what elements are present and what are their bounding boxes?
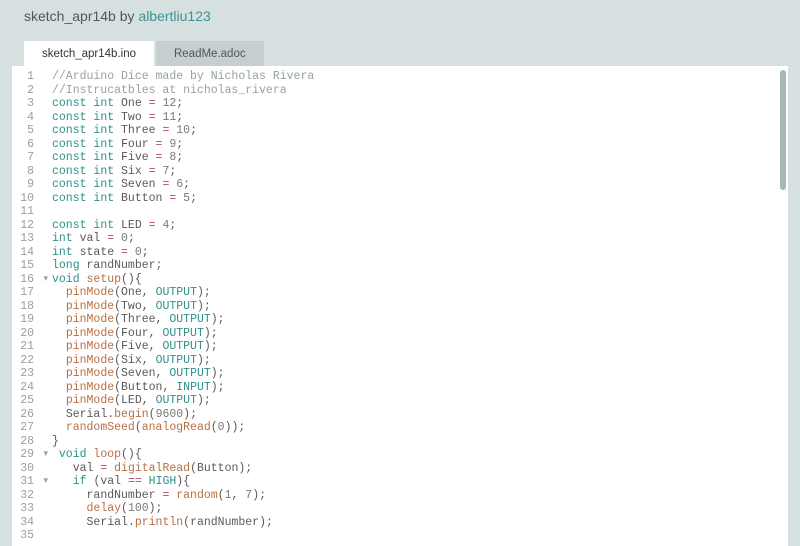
code-line[interactable]: const int Two = 11;: [52, 111, 788, 125]
code-line[interactable]: pinMode(LED, OUTPUT);: [52, 394, 788, 408]
code-content[interactable]: //Arduino Dice made by Nicholas Rivera//…: [40, 66, 788, 546]
line-number: 14: [12, 246, 40, 260]
code-line[interactable]: //Instrucatbles at nicholas_rivera: [52, 84, 788, 98]
editor-scrollbar[interactable]: [780, 70, 786, 190]
code-line[interactable]: pinMode(Two, OUTPUT);: [52, 300, 788, 314]
code-line[interactable]: pinMode(Four, OUTPUT);: [52, 327, 788, 341]
line-number: 34: [12, 516, 40, 530]
line-number: 23: [12, 367, 40, 381]
line-number: 4: [12, 111, 40, 125]
code-line[interactable]: if (val == HIGH){: [52, 475, 788, 489]
line-number: 12: [12, 219, 40, 233]
code-line[interactable]: pinMode(Three, OUTPUT);: [52, 313, 788, 327]
line-number-gutter: 1234567891011121314151617181920212223242…: [12, 66, 40, 546]
line-number: 8: [12, 165, 40, 179]
code-line[interactable]: Serial.println(randNumber);: [52, 516, 788, 530]
line-number: 17: [12, 286, 40, 300]
code-line[interactable]: const int LED = 4;: [52, 219, 788, 233]
line-number: 25: [12, 394, 40, 408]
line-number: 31: [12, 475, 40, 489]
line-number: 6: [12, 138, 40, 152]
line-number: 11: [12, 205, 40, 219]
sketch-header: sketch_apr14b by albertliu123: [0, 0, 800, 38]
code-line[interactable]: //Arduino Dice made by Nicholas Rivera: [52, 70, 788, 84]
code-line[interactable]: randNumber = random(1, 7);: [52, 489, 788, 503]
code-editor[interactable]: 1234567891011121314151617181920212223242…: [12, 66, 788, 546]
sketch-title: sketch_apr14b by: [24, 8, 138, 24]
tab-sketch-ino[interactable]: sketch_apr14b.ino: [24, 41, 154, 66]
code-line[interactable]: void setup(){: [52, 273, 788, 287]
author-link[interactable]: albertliu123: [138, 8, 210, 24]
code-line[interactable]: [52, 205, 788, 219]
code-line[interactable]: const int Four = 9;: [52, 138, 788, 152]
line-number: 24: [12, 381, 40, 395]
line-number: 2: [12, 84, 40, 98]
line-number: 3: [12, 97, 40, 111]
tab-readme[interactable]: ReadMe.adoc: [156, 41, 264, 66]
code-line[interactable]: const int Button = 5;: [52, 192, 788, 206]
line-number: 28: [12, 435, 40, 449]
code-line[interactable]: randomSeed(analogRead(0));: [52, 421, 788, 435]
code-line[interactable]: const int Six = 7;: [52, 165, 788, 179]
line-number: 22: [12, 354, 40, 368]
line-number: 19: [12, 313, 40, 327]
code-line[interactable]: Serial.begin(9600);: [52, 408, 788, 422]
code-line[interactable]: void loop(){: [52, 448, 788, 462]
code-line[interactable]: pinMode(Five, OUTPUT);: [52, 340, 788, 354]
line-number: 33: [12, 502, 40, 516]
line-number: 10: [12, 192, 40, 206]
tab-bar: sketch_apr14b.ino ReadMe.adoc: [0, 38, 800, 66]
code-line[interactable]: pinMode(Button, INPUT);: [52, 381, 788, 395]
code-line[interactable]: }: [52, 435, 788, 449]
line-number: 20: [12, 327, 40, 341]
line-number: 7: [12, 151, 40, 165]
code-line[interactable]: pinMode(Six, OUTPUT);: [52, 354, 788, 368]
code-line[interactable]: [52, 529, 788, 543]
code-line[interactable]: int state = 0;: [52, 246, 788, 260]
line-number: 26: [12, 408, 40, 422]
line-number: 5: [12, 124, 40, 138]
line-number: 13: [12, 232, 40, 246]
code-line[interactable]: delay(100);: [52, 502, 788, 516]
line-number: 1: [12, 70, 40, 84]
code-line[interactable]: const int Seven = 6;: [52, 178, 788, 192]
line-number: 9: [12, 178, 40, 192]
line-number: 32: [12, 489, 40, 503]
line-number: 18: [12, 300, 40, 314]
code-line[interactable]: const int Five = 8;: [52, 151, 788, 165]
line-number: 35: [12, 529, 40, 543]
line-number: 16: [12, 273, 40, 287]
line-number: 15: [12, 259, 40, 273]
code-line[interactable]: long randNumber;: [52, 259, 788, 273]
line-number: 29: [12, 448, 40, 462]
code-line[interactable]: int val = 0;: [52, 232, 788, 246]
code-line[interactable]: val = digitalRead(Button);: [52, 462, 788, 476]
line-number: 30: [12, 462, 40, 476]
code-line[interactable]: pinMode(Seven, OUTPUT);: [52, 367, 788, 381]
line-number: 27: [12, 421, 40, 435]
line-number: 21: [12, 340, 40, 354]
code-line[interactable]: const int Three = 10;: [52, 124, 788, 138]
code-line[interactable]: const int One = 12;: [52, 97, 788, 111]
code-line[interactable]: pinMode(One, OUTPUT);: [52, 286, 788, 300]
